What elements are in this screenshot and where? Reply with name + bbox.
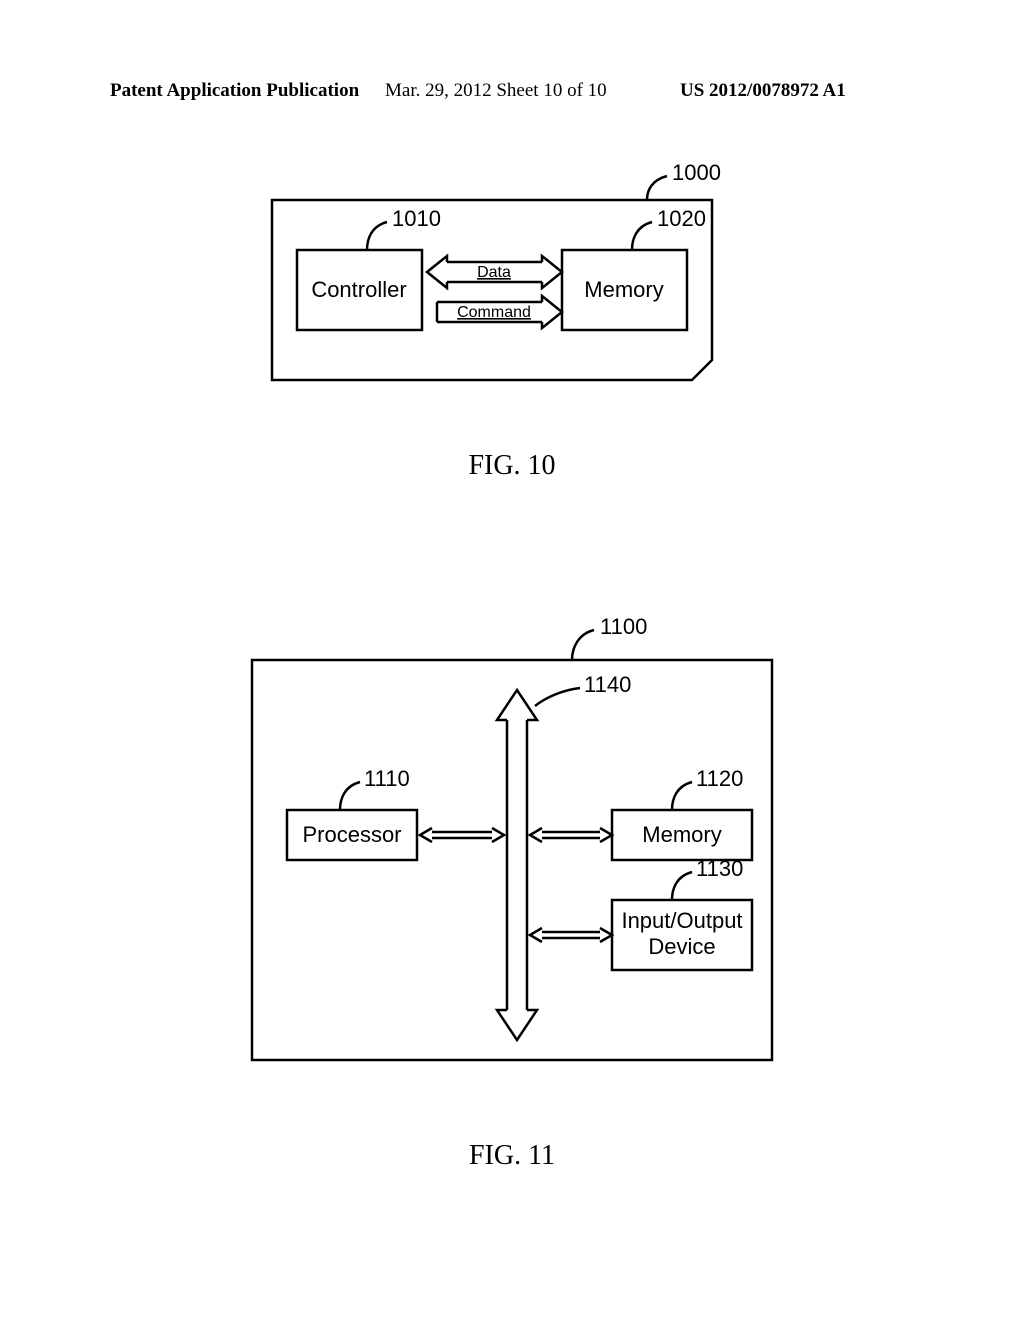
fig10-lead-main (647, 176, 667, 200)
fig10-lead-1010 (367, 222, 387, 250)
fig11-proc-arrow (420, 828, 504, 842)
fig10-command-label: Command (457, 304, 531, 321)
fig10-ref-1020: 1020 (657, 206, 706, 231)
fig11-ref-1100: 1100 (600, 614, 647, 639)
fig11-io-label-line1: Input/Output (621, 908, 742, 933)
fig10-ref-1010: 1010 (392, 206, 441, 231)
fig10-data-label: Data (477, 264, 511, 281)
figure-10: 1000 Controller 1010 Memory 1020 Data Co… (252, 160, 772, 420)
fig11-ref-1140: 1140 (584, 672, 631, 697)
fig11-ref-1120: 1120 (696, 766, 743, 791)
fig11-lead-1110 (340, 782, 360, 810)
fig11-memory-label: Memory (642, 822, 721, 847)
fig11-caption: FIG. 11 (0, 1140, 1024, 1172)
fig10-memory-label: Memory (584, 277, 663, 302)
header-left: Patent Application Publication (110, 80, 359, 102)
fig11-lead-1140 (535, 688, 580, 706)
fig11-lead-1100 (572, 630, 594, 660)
header-mid: Mar. 29, 2012 Sheet 10 of 10 (385, 80, 607, 102)
fig11-io-arrow (530, 928, 612, 942)
fig10-controller-label: Controller (311, 277, 406, 302)
fig11-io-label-line2: Device (648, 934, 715, 959)
fig11-bus-arrow (497, 690, 537, 1040)
fig11-mem-arrow (530, 828, 612, 842)
fig10-ref-main: 1000 (672, 160, 721, 185)
fig11-lead-1120 (672, 782, 692, 810)
fig11-lead-1130 (672, 872, 692, 900)
fig11-ref-1110: 1110 (364, 766, 410, 791)
fig11-ref-1130: 1130 (696, 856, 743, 881)
fig11-processor-label: Processor (302, 822, 401, 847)
fig10-lead-1020 (632, 222, 652, 250)
header-right: US 2012/0078972 A1 (680, 80, 846, 102)
fig10-caption: FIG. 10 (0, 450, 1024, 482)
page: Patent Application Publication Mar. 29, … (0, 0, 1024, 1320)
figure-11: 1100 1140 Processor 1110 Memory 1120 (192, 610, 832, 1090)
